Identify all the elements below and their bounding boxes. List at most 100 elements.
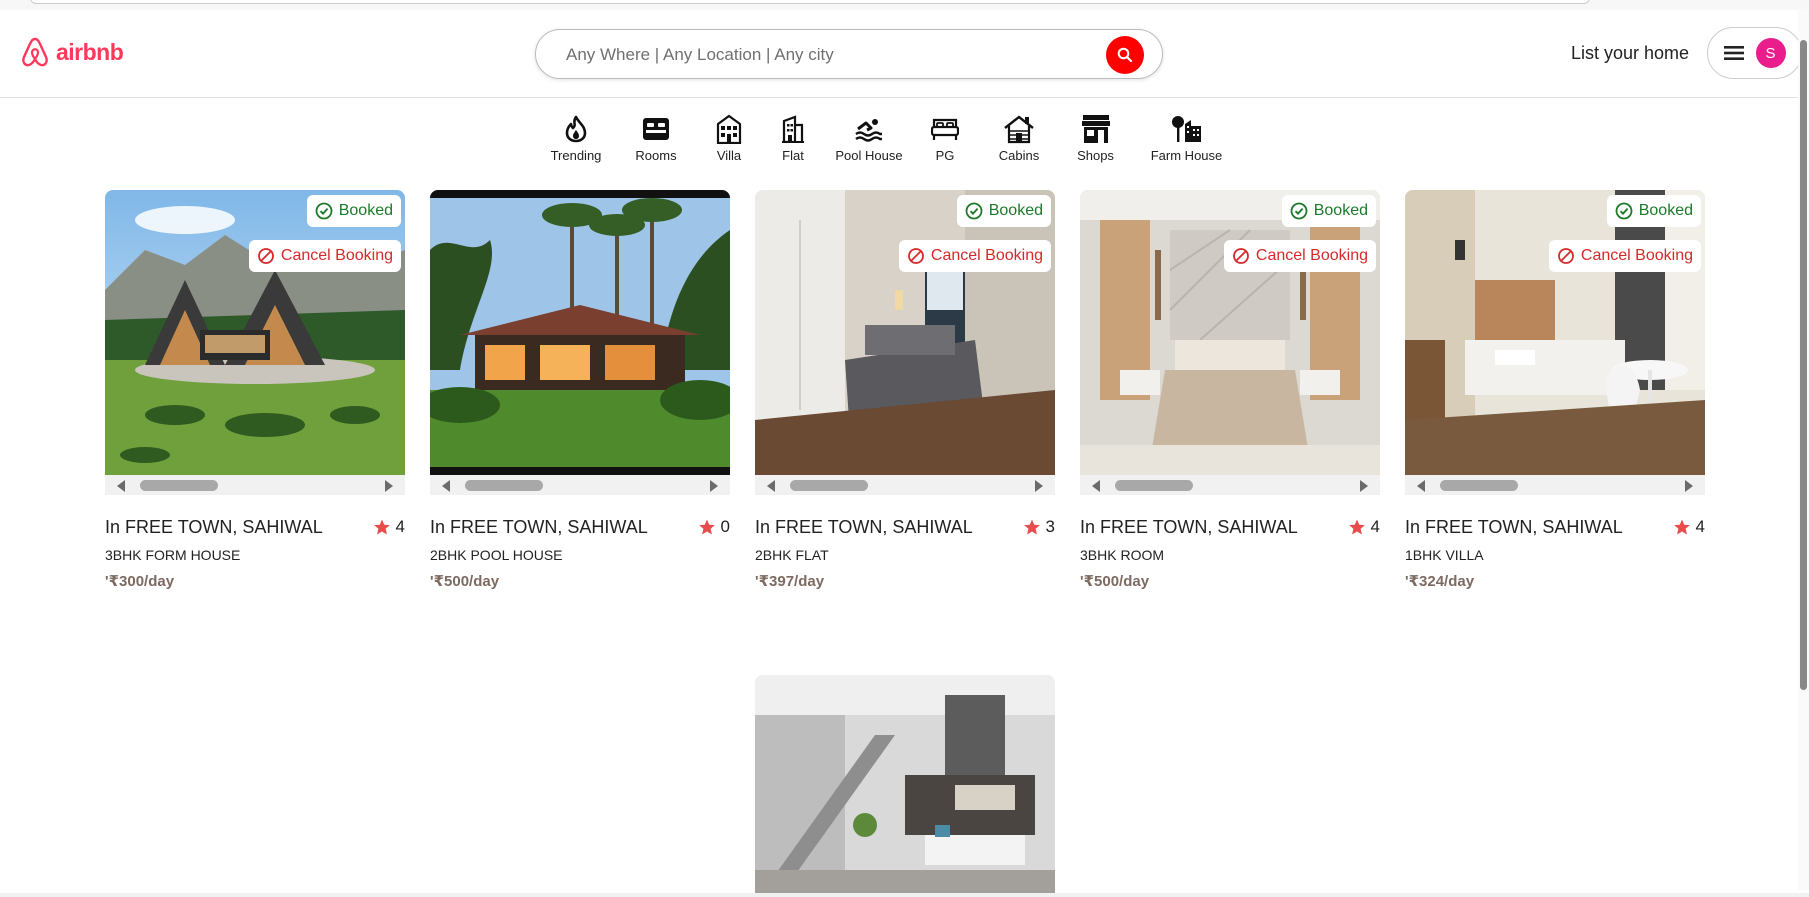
scroll-left-arrow[interactable]: [1092, 480, 1100, 492]
check-circle-icon: [315, 202, 333, 220]
listing-card[interactable]: In FREE TOWN, SAHIWAL 0 2BHK POOL HOUSE …: [430, 190, 730, 590]
browser-top-strip: [0, 0, 1809, 10]
listing-photo[interactable]: Booked Cancel Booking: [1405, 190, 1705, 475]
listing-price: '₹500/day: [1080, 573, 1150, 590]
user-menu-button[interactable]: S: [1707, 27, 1802, 79]
listing-rating: 0: [698, 517, 730, 537]
star-icon: [373, 519, 390, 535]
cancel-booking-button[interactable]: Cancel Booking: [1548, 240, 1701, 272]
page-bottom-edge: [0, 893, 1809, 897]
star-icon: [1023, 519, 1040, 535]
listing-info: In FREE TOWN, SAHIWAL 4 3BHK ROOM '₹500/…: [1080, 517, 1380, 590]
scroll-right-arrow[interactable]: [710, 480, 718, 492]
flat-bedroom-photo: [755, 190, 1055, 475]
scroll-right-arrow[interactable]: [1035, 480, 1043, 492]
listing-card[interactable]: Booked Cancel Booking In FREE TOWN, SAHI…: [1080, 190, 1380, 590]
star-icon: [1348, 519, 1365, 535]
page-scroll-thumb[interactable]: [1800, 40, 1807, 690]
category-farm-house[interactable]: Farm House: [1133, 112, 1240, 168]
pool-house-photo: [430, 190, 730, 475]
search-button[interactable]: [1106, 36, 1144, 74]
category-bar: Trending Rooms Villa Flat Pool House PG …: [540, 112, 1240, 168]
check-circle-icon: [1290, 202, 1308, 220]
scroll-left-arrow[interactable]: [442, 480, 450, 492]
ban-icon: [1233, 248, 1249, 264]
star-icon: [1673, 519, 1690, 535]
check-circle-icon: [1615, 202, 1633, 220]
scroll-thumb[interactable]: [465, 480, 543, 491]
listing-card[interactable]: [755, 675, 1055, 893]
room-bedroom-photo: [1080, 190, 1380, 475]
scroll-thumb[interactable]: [1440, 480, 1518, 491]
listing-location: In FREE TOWN, SAHIWAL: [430, 517, 648, 537]
cancel-booking-button[interactable]: Cancel Booking: [1223, 240, 1376, 272]
star-icon: [698, 519, 715, 535]
image-scrollbar[interactable]: [1405, 475, 1705, 495]
listing-price: '₹397/day: [755, 573, 825, 590]
listing-location: In FREE TOWN, SAHIWAL: [1405, 517, 1623, 537]
scroll-right-arrow[interactable]: [385, 480, 393, 492]
listing-type: 3BHK FORM HOUSE: [105, 547, 241, 563]
image-scrollbar[interactable]: [105, 475, 405, 495]
ban-icon: [908, 248, 924, 264]
scroll-left-arrow[interactable]: [767, 480, 775, 492]
cabin-icon: [1004, 115, 1034, 144]
cancel-booking-button[interactable]: Cancel Booking: [898, 240, 1051, 272]
listing-rating: 4: [1348, 517, 1380, 537]
scroll-thumb[interactable]: [140, 480, 218, 491]
listing-card[interactable]: Booked Cancel Booking In FREE TOWN, SAHI…: [1405, 190, 1705, 590]
ban-icon: [258, 248, 274, 264]
airbnb-logo[interactable]: airbnb: [20, 36, 124, 68]
listing-photo[interactable]: Booked Cancel Booking: [755, 190, 1055, 475]
scroll-thumb[interactable]: [1115, 480, 1193, 491]
category-rooms[interactable]: Rooms: [612, 112, 700, 168]
scroll-left-arrow[interactable]: [1417, 480, 1425, 492]
category-flat[interactable]: Flat: [758, 112, 828, 168]
page-scrollbar[interactable]: [1798, 10, 1809, 890]
image-scrollbar[interactable]: [755, 475, 1055, 495]
booked-badge: Booked: [1281, 195, 1376, 227]
listing-card[interactable]: Booked Cancel Booking In FREE TOWN, SAHI…: [755, 190, 1055, 590]
listing-photo[interactable]: [430, 190, 730, 475]
brand-name: airbnb: [56, 38, 124, 65]
bed-outline-icon: [931, 118, 959, 140]
hamburger-icon: [1723, 46, 1744, 60]
scroll-right-arrow[interactable]: [1360, 480, 1368, 492]
listing-photo[interactable]: [755, 675, 1055, 893]
listing-photo[interactable]: Booked Cancel Booking: [1080, 190, 1380, 475]
cancel-booking-button[interactable]: Cancel Booking: [248, 240, 401, 272]
listing-card[interactable]: Booked Cancel Booking In FREE TOWN, SAHI…: [105, 190, 405, 590]
scroll-thumb[interactable]: [790, 480, 868, 491]
category-cabins[interactable]: Cabins: [980, 112, 1058, 168]
listing-info: In FREE TOWN, SAHIWAL 4 3BHK FORM HOUSE …: [105, 517, 405, 590]
list-your-home-link[interactable]: List your home: [1571, 43, 1689, 64]
bed-icon: [643, 118, 669, 140]
site-header: airbnb List your home S: [0, 10, 1809, 98]
image-scrollbar[interactable]: [1080, 475, 1380, 495]
image-scrollbar[interactable]: [430, 475, 730, 495]
search-icon: [1117, 47, 1133, 63]
scroll-right-arrow[interactable]: [1685, 480, 1693, 492]
listing-type: 1BHK VILLA: [1405, 547, 1484, 563]
listing-photo[interactable]: Booked Cancel Booking: [105, 190, 405, 475]
listing-location: In FREE TOWN, SAHIWAL: [1080, 517, 1298, 537]
listing-rating: 4: [373, 517, 405, 537]
category-trending[interactable]: Trending: [540, 112, 612, 168]
category-villa[interactable]: Villa: [700, 112, 758, 168]
listing-rating: 4: [1673, 517, 1705, 537]
booked-badge: Booked: [1606, 195, 1701, 227]
airbnb-logo-icon: [22, 37, 48, 67]
modern-interior-photo: [755, 675, 1055, 893]
villa-room-photo: [1405, 190, 1705, 475]
category-pg[interactable]: PG: [910, 112, 980, 168]
booked-badge: Booked: [306, 195, 401, 227]
a-frame-house-photo: [105, 190, 405, 475]
listing-price: '₹500/day: [430, 573, 500, 590]
listing-price: '₹300/day: [105, 573, 175, 590]
listing-location: In FREE TOWN, SAHIWAL: [755, 517, 973, 537]
category-shops[interactable]: Shops: [1058, 112, 1133, 168]
farm-icon: [1171, 116, 1201, 142]
scroll-left-arrow[interactable]: [117, 480, 125, 492]
search-input[interactable]: [566, 40, 1086, 70]
category-pool-house[interactable]: Pool House: [828, 112, 910, 168]
